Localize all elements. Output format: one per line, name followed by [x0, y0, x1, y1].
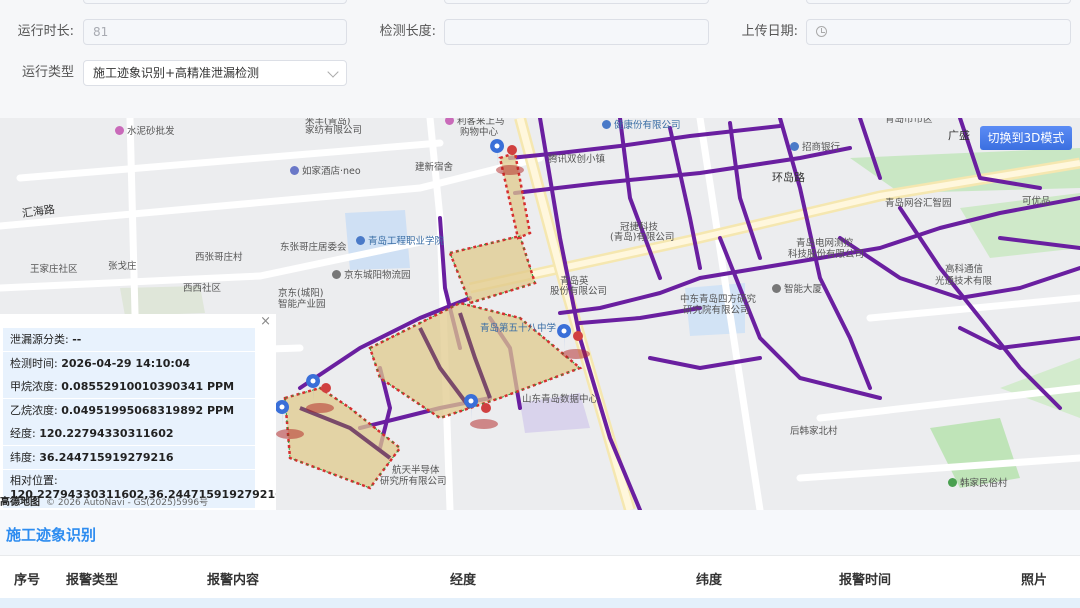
column-header: 照片 — [1021, 573, 1048, 588]
prev-row-input[interactable] — [83, 0, 347, 4]
map-label: 张戈庄 — [108, 261, 137, 272]
map-label: 腾讯双创小镇 — [548, 154, 606, 165]
map-label: 广盛 — [948, 129, 970, 142]
section-title: 施工迹象识别 — [6, 526, 97, 544]
run-type-label: 运行类型 — [21, 65, 74, 80]
info-row: 检测时间: 2026-04-29 14:10:04 — [3, 352, 255, 375]
map-label: 可优品 — [1022, 196, 1051, 207]
map-label: 健康份有限公司 — [602, 120, 681, 132]
map-label: 京东城阳物流园 — [332, 270, 411, 282]
runtime-label: 运行时长: — [17, 24, 74, 39]
map-label: 家纺有限公司 — [305, 125, 363, 136]
column-header: 纬度 — [696, 573, 723, 588]
map-label: 青岛工程职业学院 — [356, 236, 444, 248]
map-label: 建新宿舍 — [415, 162, 454, 173]
map-label: 西张哥庄村 — [195, 252, 243, 263]
column-header: 报警内容 — [207, 573, 260, 588]
map-label: 股份有限公司 — [550, 286, 608, 297]
map-label: 山东青岛数据中心 — [522, 394, 599, 405]
info-row: 纬度: 36.244715919279216 — [3, 446, 255, 469]
map-label: 如家酒店·neo — [290, 166, 361, 178]
map-view[interactable]: 水泥砂批发 米丰(青岛) 家纺有限公司 利客来上马 购物中心 健康份有限公司 汇… — [0, 118, 1080, 510]
map-label: 西西社区 — [183, 283, 222, 294]
map-label: (青岛)有限公司 — [610, 232, 675, 243]
table-row[interactable] — [0, 598, 1080, 608]
chevron-down-icon — [327, 66, 339, 78]
runtime-input[interactable]: 81 — [83, 19, 347, 45]
run-type-value: 施工迹象识别+高精准泄漏检测 — [93, 66, 260, 80]
table-header: 序号 报警类型 报警内容 经度 纬度 报警时间 照片 — [0, 555, 1080, 598]
map-label: 水泥砂批发 — [115, 126, 175, 138]
prev-row-input[interactable] — [444, 0, 709, 4]
leak-info-popup: × 泄漏源分类: -- 检测时间: 2026-04-29 14:10:04 甲烷… — [0, 314, 276, 510]
column-header: 报警类型 — [66, 573, 119, 588]
map-copyright: 高德地图 © 2026 AutoNavi - GS(2025)5996号 — [0, 497, 209, 508]
map-label: 王家庄社区 — [30, 264, 78, 275]
upload-date-label: 上传日期: — [741, 24, 798, 39]
length-label: 检测长度: — [379, 24, 436, 39]
upload-date-picker[interactable] — [806, 19, 1071, 45]
prev-row-input[interactable] — [806, 0, 1071, 4]
map-label: 光通技术有限 — [935, 276, 993, 287]
map-label: 研究院有限公司 — [683, 305, 750, 316]
road-label: 环岛路 — [772, 171, 805, 184]
column-header: 报警时间 — [839, 573, 892, 588]
map-label: 青岛第五十八中学 — [480, 323, 557, 334]
map-label: 东张哥庄居委会 — [280, 242, 347, 253]
map-label: 高科通信 — [945, 264, 984, 275]
close-icon[interactable]: × — [260, 314, 271, 329]
filter-form: 运行时长: 81 检测长度: 上传日期: 运行类型 施工迹象识别+高精准泄漏检测 — [0, 0, 1080, 118]
clock-icon — [816, 26, 827, 37]
map-label: 青岛网谷汇智园 — [885, 198, 952, 209]
map-label: 后韩家北村 — [790, 426, 838, 437]
map-label: 智能大厦 — [772, 284, 822, 296]
info-row: 甲烷浓度: 0.08552910010390341 PPM — [3, 375, 255, 398]
map-label: 购物中心 — [460, 127, 499, 138]
info-row: 泄漏源分类: -- — [3, 328, 255, 351]
map-label: 招商银行 — [790, 142, 840, 154]
map-label: 科技股份有限公司 — [788, 249, 865, 260]
construction-section: 施工迹象识别 序号 报警类型 报警内容 经度 纬度 报警时间 照片 — [0, 510, 1080, 608]
map-label: 青岛市市区 — [885, 118, 933, 125]
info-row: 乙烷浓度: 0.04951995068319892 PPM — [3, 399, 255, 422]
length-input[interactable] — [444, 19, 709, 45]
info-row: 经度: 120.22794330311602 — [3, 422, 255, 445]
run-type-select[interactable]: 施工迹象识别+高精准泄漏检测 — [83, 60, 347, 86]
map-label: 韩家民俗村 — [948, 478, 1008, 490]
column-header: 经度 — [450, 573, 477, 588]
map-label: 智能产业园 — [278, 299, 326, 310]
map-label: 研究所有限公司 — [380, 476, 447, 487]
column-header: 序号 — [14, 573, 41, 588]
switch-3d-button[interactable]: 切换到3D模式 — [980, 126, 1072, 150]
